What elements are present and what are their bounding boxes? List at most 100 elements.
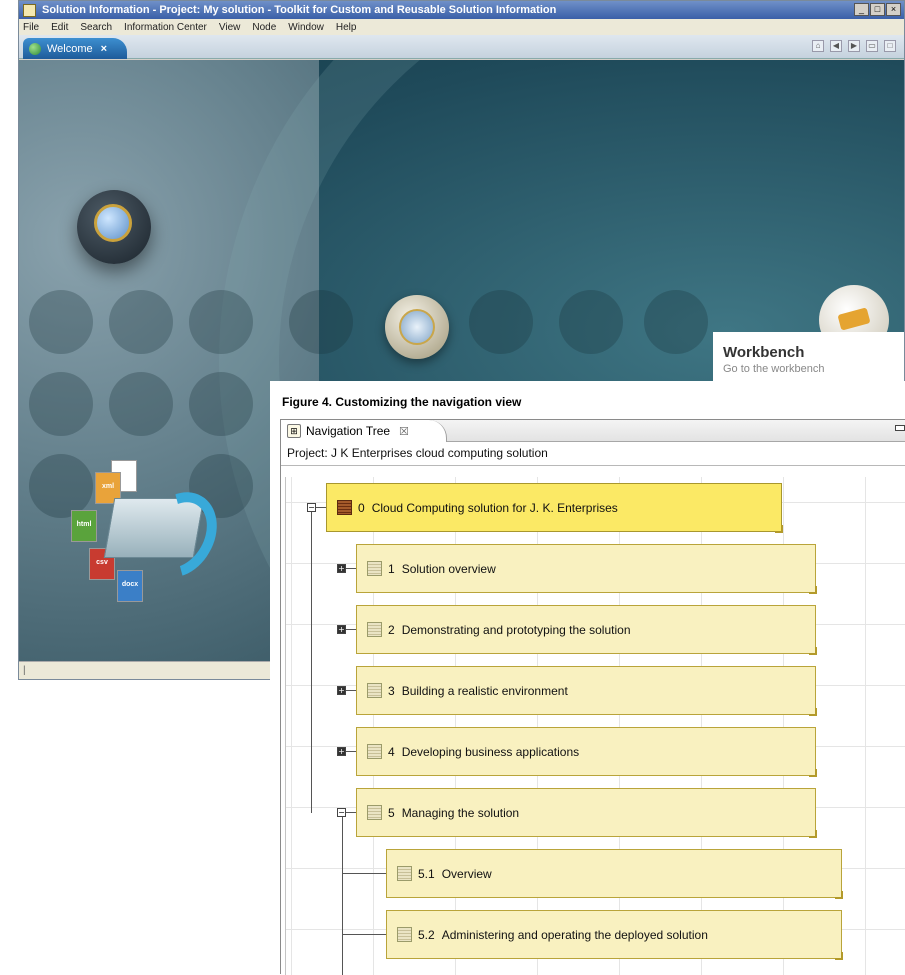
figure-navigation-tree: Figure 4. Customizing the navigation vie… <box>270 381 905 975</box>
node-document-icon <box>367 622 382 637</box>
back-arrow-icon[interactable]: ◀ <box>830 40 842 52</box>
minimize-view-button[interactable] <box>895 425 905 431</box>
node-document-icon <box>397 866 412 881</box>
compass-icon <box>399 309 435 345</box>
navigation-tree: − 0 Cloud Computing solution for J. K. Ent… <box>285 477 905 975</box>
expand-toggle[interactable]: + <box>337 686 346 695</box>
menu-window[interactable]: Window <box>288 22 324 33</box>
tree-connector <box>346 568 356 569</box>
migrate-button[interactable]: xml html csv docx <box>49 460 239 610</box>
node-number: 5.1 <box>418 866 435 881</box>
maximize-view-icon[interactable]: □ <box>884 40 896 52</box>
tree-node-row: +3 Building a realistic environment <box>286 660 905 721</box>
tree-node-row: +1 Solution overview <box>286 538 905 599</box>
html-doc-icon: html <box>71 510 97 542</box>
node-document-icon <box>367 744 382 759</box>
node-label: Managing the solution <box>401 805 520 820</box>
welcome-globe-icon <box>29 42 41 55</box>
node-label: Cloud Computing solution for J. K. Enter… <box>371 500 618 515</box>
node-label: Building a realistic environment <box>401 683 568 698</box>
node-label: Administering and operating the deployed… <box>441 927 708 942</box>
tab-close-icon[interactable]: × <box>101 43 107 55</box>
tree-node-row: − 0 Cloud Computing solution for J. K. Ent… <box>286 477 905 538</box>
solution-root-icon <box>337 500 352 515</box>
menu-view[interactable]: View <box>219 22 241 33</box>
collapse-toggle[interactable]: − <box>307 503 316 512</box>
tree-node[interactable]: 5.1 Overview <box>386 849 843 899</box>
project-label: Project: J K Enterprises cloud computing… <box>287 446 548 460</box>
tree-node-row: +2 Demonstrating and prototyping the solu… <box>286 599 905 660</box>
node-document-icon <box>367 683 382 698</box>
tab-welcome-label: Welcome <box>47 42 93 55</box>
editor-tabstrip: Welcome × ⌂ ◀ ▶ ▭ □ <box>19 35 904 59</box>
node-document-icon <box>397 927 412 942</box>
collapse-toggle[interactable]: − <box>337 808 346 817</box>
node-number: 0 <box>358 500 365 515</box>
node-number: 5 <box>388 805 395 820</box>
home-icon[interactable]: ⌂ <box>812 40 824 52</box>
menu-bar: File Edit Search Information Center View… <box>19 19 904 35</box>
tab-navigation-tree[interactable]: ⊞ Navigation Tree ☒ <box>281 420 447 442</box>
tutorials-compass-button[interactable] <box>385 295 449 359</box>
tree-node[interactable]: 5.2 Administering and operating the deplo… <box>386 910 843 960</box>
workbench-pen-icon <box>837 307 871 331</box>
tree-node[interactable]: 3 Building a realistic environment <box>356 666 817 716</box>
welcome-nav-controls: ⌂ ◀ ▶ ▭ □ <box>812 40 896 52</box>
menu-information-center[interactable]: Information Center <box>124 22 207 33</box>
tree-connector <box>342 934 386 935</box>
expand-toggle[interactable]: + <box>337 747 346 756</box>
divider <box>281 465 905 466</box>
workbench-subtitle: Go to the workbench <box>723 363 825 375</box>
tree-node-row: 5.1 Overview <box>286 843 905 904</box>
node-document-icon <box>367 805 382 820</box>
tree-node[interactable]: 0 Cloud Computing solution for J. K. Ente… <box>326 483 783 533</box>
tree-connector <box>342 817 343 975</box>
tree-node-row: 5.2 Administering and operating the deplo… <box>286 904 905 965</box>
node-label: Solution overview <box>401 561 496 576</box>
navigation-tree-icon: ⊞ <box>287 424 301 438</box>
node-document-icon <box>367 561 382 576</box>
overview-globe-button[interactable] <box>77 190 151 264</box>
tree-node[interactable]: 1 Solution overview <box>356 544 817 594</box>
menu-file[interactable]: File <box>23 22 39 33</box>
window-controls: _ □ × <box>854 3 901 16</box>
tab-close-icon[interactable]: ☒ <box>399 425 409 438</box>
app-icon <box>23 3 36 17</box>
tree-connector <box>311 512 312 813</box>
forward-arrow-icon[interactable]: ▶ <box>848 40 860 52</box>
workbench-title: Workbench <box>723 344 805 361</box>
node-number: 1 <box>388 561 395 576</box>
expand-toggle[interactable]: + <box>337 625 346 634</box>
tree-node-row: +4 Developing business applications <box>286 721 905 782</box>
minimize-window-button[interactable]: _ <box>854 3 869 16</box>
close-window-button[interactable]: × <box>886 3 901 16</box>
docx-doc-icon: docx <box>117 570 143 602</box>
tab-navigation-tree-label: Navigation Tree <box>306 424 391 438</box>
tree-node-row: − 5 Managing the solution <box>286 782 905 843</box>
menu-search[interactable]: Search <box>80 22 112 33</box>
maximize-window-button[interactable]: □ <box>870 3 885 16</box>
tree-node[interactable]: 4 Developing business applications <box>356 727 817 777</box>
node-number: 5.2 <box>418 927 435 942</box>
window-titlebar: Solution Information - Project: My solut… <box>19 1 904 19</box>
navigation-tree-view: ⊞ Navigation Tree ☒ Project: J K Enterpr… <box>280 419 905 975</box>
node-number: 2 <box>388 622 395 637</box>
tree-node[interactable]: 2 Demonstrating and prototyping the solut… <box>356 605 817 655</box>
node-number: 4 <box>388 744 395 759</box>
tree-connector <box>342 873 386 874</box>
node-label: Overview <box>441 866 492 881</box>
restore-icon[interactable]: ▭ <box>866 40 878 52</box>
figure-caption: Figure 4. Customizing the navigation vie… <box>282 395 522 409</box>
expand-toggle[interactable]: + <box>337 564 346 573</box>
node-number: 3 <box>388 683 395 698</box>
node-label: Developing business applications <box>401 744 580 759</box>
tree-node[interactable]: 5 Managing the solution <box>356 788 817 838</box>
tree-connector <box>346 629 356 630</box>
tab-welcome[interactable]: Welcome × <box>23 38 127 59</box>
menu-help[interactable]: Help <box>336 22 357 33</box>
tree-connector <box>346 812 356 813</box>
tree-connector <box>346 690 356 691</box>
menu-edit[interactable]: Edit <box>51 22 68 33</box>
menu-node[interactable]: Node <box>252 22 276 33</box>
view-tabbar: ⊞ Navigation Tree ☒ <box>281 420 905 442</box>
